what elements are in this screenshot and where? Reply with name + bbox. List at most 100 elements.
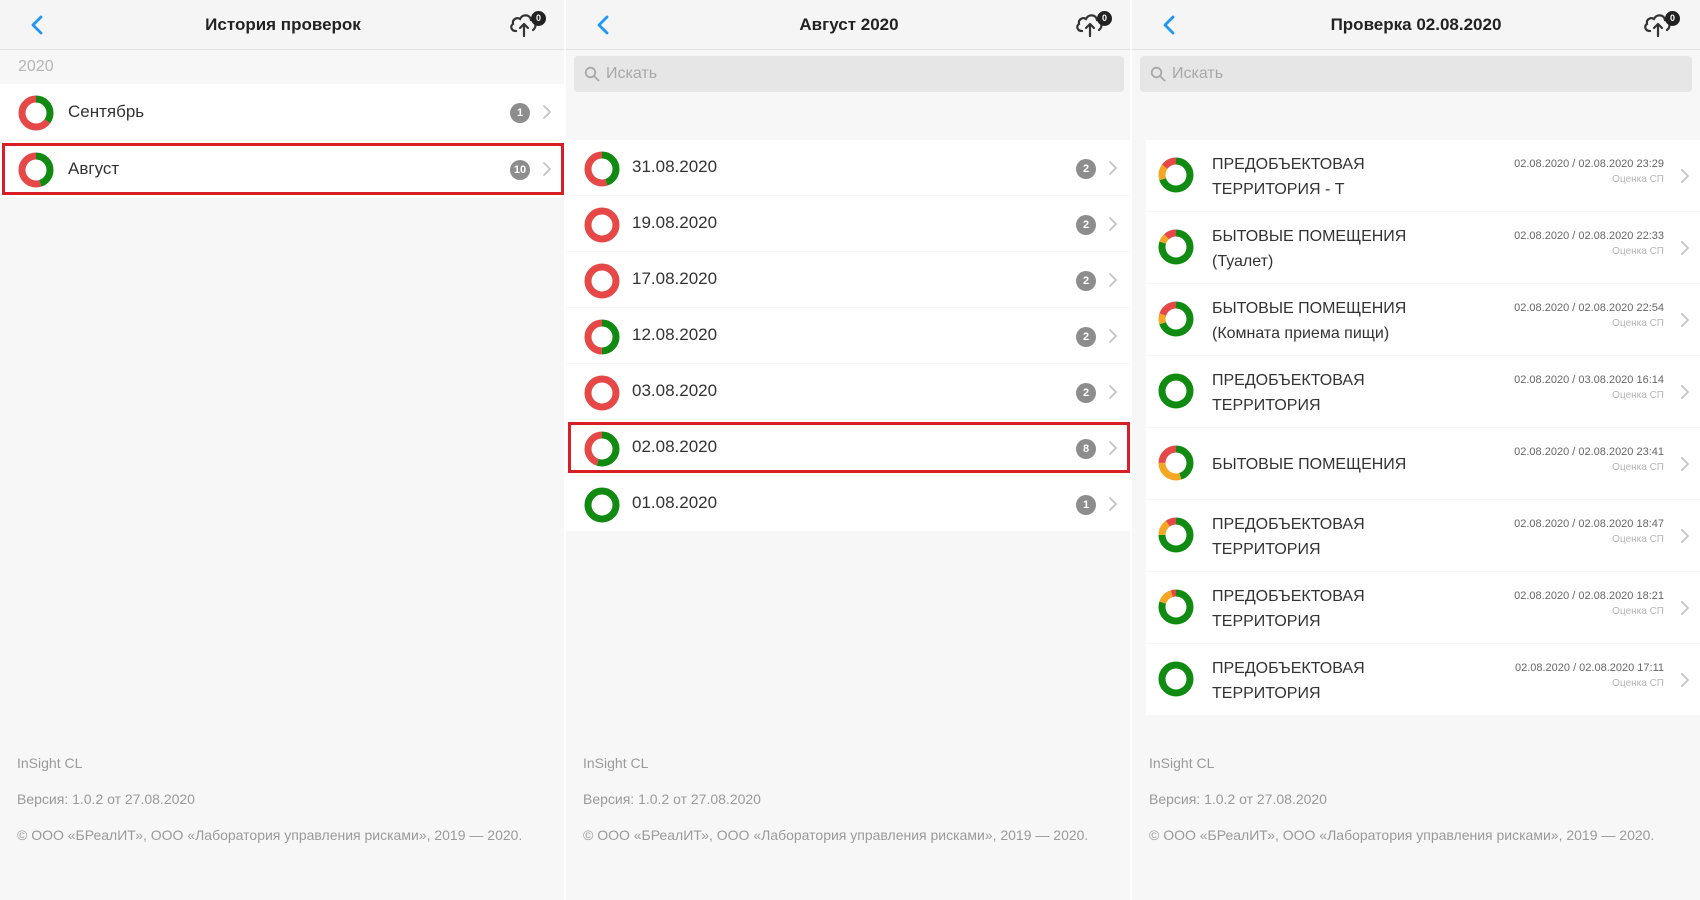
month-label: Сентябрь	[68, 102, 145, 121]
inspection-type: Оценка СП	[1612, 174, 1664, 185]
year-header: 2020	[18, 58, 54, 75]
inspection-row[interactable]: ПРЕДОБЪЕКТОВАЯ ТЕРРИТОРИЯ 02.08.2020 / 02.…	[1146, 572, 1700, 643]
copyright: © ООО «БРеалИТ», ООО «Лаборатория управл…	[583, 827, 1089, 843]
chevron-right-icon	[1681, 673, 1689, 687]
count-badge: 2	[1076, 159, 1096, 179]
copyright: © ООО «БРеалИТ», ООО «Лаборатория управл…	[1149, 827, 1655, 843]
chevron-right-icon	[1681, 169, 1689, 183]
inspection-name: ПРЕДОБЪЕКТОВАЯ ТЕРРИТОРИЯ	[1212, 584, 1482, 634]
inspection-dates: 02.08.2020 / 02.08.2020 22:33	[1514, 230, 1664, 242]
inspection-dates: 02.08.2020 / 02.08.2020 18:47	[1514, 518, 1664, 530]
inspection-row[interactable]: ПРЕДОБЪЕКТОВАЯ ТЕРРИТОРИЯ 02.08.2020 / 02.…	[1146, 644, 1700, 715]
inspection-name: БЫТОВЫЕ ПОМЕЩЕНИЯ (Туалет)	[1212, 224, 1482, 274]
inspection-name-line2: ТЕРРИТОРИЯ	[1212, 541, 1321, 558]
ring-segment-green	[1158, 373, 1194, 409]
inspection-name: ПРЕДОБЪЕКТОВАЯ ТЕРРИТОРИЯ	[1212, 512, 1482, 562]
chevron-right-icon	[1681, 385, 1689, 399]
inspection-list: ПРЕДОБЪЕКТОВАЯ ТЕРРИТОРИЯ - Т 02.08.2020 /…	[1132, 140, 1700, 715]
inspection-dates: 02.08.2020 / 02.08.2020 23:41	[1514, 446, 1664, 458]
inspection-name: ПРЕДОБЪЕКТОВАЯ ТЕРРИТОРИЯ	[1212, 368, 1482, 418]
count-badge: 2	[1076, 271, 1096, 291]
status-ring-icon	[584, 151, 620, 187]
chevron-right-icon	[1109, 273, 1117, 287]
month-row[interactable]: Сентябрь 1	[0, 84, 566, 140]
header: Август 2020 0	[566, 0, 1132, 50]
app-name: InSight CL	[583, 755, 649, 771]
inspection-name-line1: БЫТОВЫЕ ПОМЕЩЕНИЯ	[1212, 300, 1407, 317]
status-ring-icon	[584, 319, 620, 355]
search-bar	[566, 50, 1132, 100]
date-row[interactable]: 19.08.2020 2	[566, 196, 1132, 251]
chevron-right-icon	[1681, 529, 1689, 543]
inspection-name-line1: ПРЕДОБЪЕКТОВАЯ	[1212, 156, 1365, 173]
date-row[interactable]: 01.08.2020 1	[566, 476, 1132, 531]
status-ring-icon	[584, 263, 620, 299]
date-row[interactable]: 17.08.2020 2	[566, 252, 1132, 307]
date-label: 12.08.2020	[632, 325, 718, 344]
search-box[interactable]	[574, 56, 1124, 92]
status-ring-icon	[584, 431, 620, 467]
inspection-row[interactable]: БЫТОВЫЕ ПОМЕЩЕНИЯ (Комната приема пищи) 02…	[1146, 284, 1700, 355]
app-version: Версия: 1.0.2 от 27.08.2020	[1149, 791, 1327, 807]
sync-count-badge: 0	[531, 11, 546, 26]
page-title: Август 2020	[799, 15, 899, 34]
search-input[interactable]	[1172, 56, 1684, 92]
footer: InSight CL Версия: 1.0.2 от 27.08.2020 ©…	[0, 752, 566, 846]
date-row[interactable]: 12.08.2020 2	[566, 308, 1132, 363]
status-ring-icon	[1158, 445, 1194, 481]
month-row[interactable]: Август 10	[0, 141, 566, 197]
inspection-type: Оценка СП	[1612, 534, 1664, 545]
app-version: Версия: 1.0.2 от 27.08.2020	[17, 791, 195, 807]
inspection-name-line2: ТЕРРИТОРИЯ	[1212, 397, 1321, 414]
app-name: InSight CL	[17, 755, 83, 771]
app-name: InSight CL	[1149, 755, 1215, 771]
footer: InSight CL Версия: 1.0.2 от 27.08.2020 ©…	[1132, 752, 1700, 846]
inspection-type: Оценка СП	[1612, 462, 1664, 473]
search-bar	[1132, 50, 1700, 100]
ring-segment-red	[584, 263, 620, 299]
date-label: 19.08.2020	[632, 213, 718, 232]
ring-segment-red	[584, 375, 620, 411]
inspection-name: БЫТОВЫЕ ПОМЕЩЕНИЯ (Комната приема пищи)	[1212, 296, 1482, 346]
inspection-name-line2: ТЕРРИТОРИЯ	[1212, 685, 1321, 702]
inspection-type: Оценка СП	[1612, 318, 1664, 329]
inspection-row[interactable]: БЫТОВЫЕ ПОМЕЩЕНИЯ (Туалет) 02.08.2020 / 02…	[1146, 212, 1700, 283]
inspection-name-line2: ТЕРРИТОРИЯ	[1212, 613, 1321, 630]
search-input[interactable]	[606, 56, 1116, 92]
inspection-row[interactable]: ПРЕДОБЪЕКТОВАЯ ТЕРРИТОРИЯ 02.08.2020 / 02.…	[1146, 500, 1700, 571]
inspection-row[interactable]: ПРЕДОБЪЕКТОВАЯ ТЕРРИТОРИЯ 02.08.2020 / 03.…	[1146, 356, 1700, 427]
date-row[interactable]: 31.08.2020 2	[566, 140, 1132, 195]
footer: InSight CL Версия: 1.0.2 от 27.08.2020 ©…	[566, 752, 1132, 846]
status-ring-icon	[1158, 373, 1194, 409]
inspection-row[interactable]: ПРЕДОБЪЕКТОВАЯ ТЕРРИТОРИЯ - Т 02.08.2020 /…	[1146, 140, 1700, 211]
inspection-panel: Проверка 02.08.2020 0 ПРЕДОБЪЕКТОВАЯ ТЕРР…	[1132, 0, 1700, 900]
status-ring-icon	[18, 152, 54, 188]
inspection-row[interactable]: БЫТОВЫЕ ПОМЕЩЕНИЯ 02.08.2020 / 02.08.2020…	[1146, 428, 1700, 499]
count-badge: 2	[1076, 215, 1096, 235]
inspection-dates: 02.08.2020 / 02.08.2020 17:11	[1514, 662, 1664, 674]
count-badge: 2	[1076, 327, 1096, 347]
ring-segment-green	[584, 487, 620, 523]
status-ring-icon	[1158, 517, 1194, 553]
search-box[interactable]	[1140, 56, 1692, 92]
page-title: Проверка 02.08.2020	[1330, 15, 1502, 34]
inspection-dates: 02.08.2020 / 02.08.2020 23:29	[1514, 158, 1664, 170]
inspection-name-line2: ТЕРРИТОРИЯ - Т	[1212, 181, 1345, 198]
date-label: 01.08.2020	[632, 493, 718, 512]
chevron-right-icon	[1109, 217, 1117, 231]
chevron-right-icon	[1109, 329, 1117, 343]
inspection-name-line2: (Туалет)	[1212, 253, 1274, 270]
chevron-right-icon	[1109, 161, 1117, 175]
inspection-type: Оценка СП	[1612, 678, 1664, 689]
inspection-name-line1: БЫТОВЫЕ ПОМЕЩЕНИЯ	[1212, 456, 1407, 473]
cloud-upload-icon[interactable]: 0	[508, 9, 548, 41]
date-row[interactable]: 02.08.2020 8	[566, 420, 1132, 475]
cloud-upload-icon[interactable]: 0	[1642, 9, 1682, 41]
search-icon	[584, 66, 600, 82]
cloud-upload-icon[interactable]: 0	[1074, 9, 1114, 41]
copyright: © ООО «БРеалИТ», ООО «Лаборатория управл…	[17, 827, 523, 843]
inspection-name-line1: ПРЕДОБЪЕКТОВАЯ	[1212, 516, 1365, 533]
date-row[interactable]: 03.08.2020 2	[566, 364, 1132, 419]
